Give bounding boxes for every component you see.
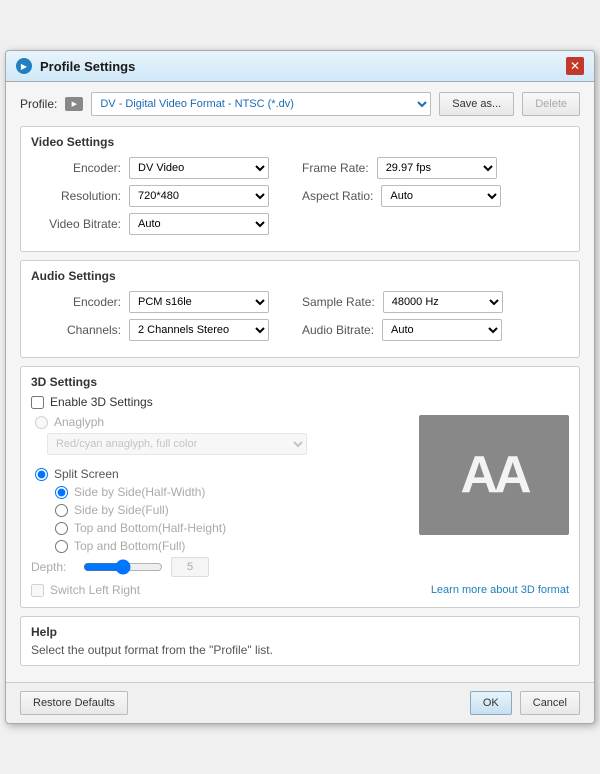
depth-row: Depth: 5 (31, 557, 409, 577)
audio-encoder-row: Encoder: PCM s16le (31, 291, 298, 313)
help-text: Select the output format from the "Profi… (31, 643, 569, 657)
encoder-select[interactable]: DV Video (129, 157, 269, 179)
depth-value: 5 (171, 557, 209, 577)
anaglyph-label: Anaglyph (54, 415, 104, 429)
resolution-label: Resolution: (31, 189, 121, 203)
switch-row: Switch Left Right Learn more about 3D fo… (31, 583, 569, 597)
side-by-side-half-row: Side by Side(Half-Width) (51, 485, 409, 499)
audio-settings-rows: Encoder: PCM s16le Channels: 2 Channels … (31, 291, 569, 347)
bottom-bar: Restore Defaults OK Cancel (6, 682, 594, 723)
title-bar: Profile Settings ✕ (6, 51, 594, 82)
audio-bitrate-row: Audio Bitrate: Auto (302, 319, 569, 341)
side-by-side-full-radio[interactable] (55, 504, 68, 517)
anaglyph-select[interactable]: Red/cyan anaglyph, full color (47, 433, 307, 455)
ok-button[interactable]: OK (470, 691, 512, 715)
channels-row: Channels: 2 Channels Stereo (31, 319, 298, 341)
restore-defaults-button[interactable]: Restore Defaults (20, 691, 128, 715)
aspect-ratio-select[interactable]: Auto (381, 185, 501, 207)
switch-left-right-label: Switch Left Right (50, 583, 140, 597)
learn-more-link[interactable]: Learn more about 3D format (431, 584, 569, 596)
aspect-ratio-label: Aspect Ratio: (302, 189, 373, 203)
anaglyph-radio[interactable] (35, 416, 48, 429)
encoder-label: Encoder: (31, 161, 121, 175)
depth-label: Depth: (31, 560, 75, 574)
audio-bitrate-label: Audio Bitrate: (302, 323, 374, 337)
help-title: Help (31, 625, 569, 639)
side-by-side-full-label: Side by Side(Full) (74, 503, 169, 517)
top-bottom-half-radio[interactable] (55, 522, 68, 535)
cancel-button[interactable]: Cancel (520, 691, 580, 715)
audio-settings-section: Audio Settings Encoder: PCM s16le Channe… (20, 260, 580, 358)
audio-encoder-label: Encoder: (31, 295, 121, 309)
video-settings-rows: Encoder: DV Video Resolution: 720*480 Vi… (31, 157, 569, 241)
video-left-col: Encoder: DV Video Resolution: 720*480 Vi… (31, 157, 298, 241)
profile-select[interactable]: DV - Digital Video Format - NTSC (*.dv) (91, 92, 431, 116)
sample-rate-label: Sample Rate: (302, 295, 375, 309)
profile-row: Profile: ▶ DV - Digital Video Format - N… (20, 92, 580, 116)
video-bitrate-select[interactable]: Auto (129, 213, 269, 235)
encoder-row: Encoder: DV Video (31, 157, 298, 179)
channels-label: Channels: (31, 323, 121, 337)
audio-right-col: Sample Rate: 48000 Hz Audio Bitrate: Aut… (302, 291, 569, 347)
sample-rate-row: Sample Rate: 48000 Hz (302, 291, 569, 313)
3d-preview-text: AA (460, 445, 527, 505)
video-bitrate-row: Video Bitrate: Auto (31, 213, 298, 235)
sample-rate-select[interactable]: 48000 Hz (383, 291, 503, 313)
close-button[interactable]: ✕ (566, 57, 584, 75)
audio-encoder-select[interactable]: PCM s16le (129, 291, 269, 313)
video-bitrate-label: Video Bitrate: (31, 217, 121, 231)
3d-left-col: Anaglyph Red/cyan anaglyph, full color S… (31, 415, 409, 577)
top-bottom-full-label: Top and Bottom(Full) (74, 539, 185, 553)
channels-select[interactable]: 2 Channels Stereo (129, 319, 269, 341)
audio-bitrate-select[interactable]: Auto (382, 319, 502, 341)
video-right-col: Frame Rate: 29.97 fps Aspect Ratio: Auto (302, 157, 569, 241)
anaglyph-row: Anaglyph (31, 415, 409, 429)
delete-button[interactable]: Delete (522, 92, 580, 116)
split-screen-radio[interactable] (35, 468, 48, 481)
switch-left-right-checkbox[interactable] (31, 584, 44, 597)
resolution-row: Resolution: 720*480 (31, 185, 298, 207)
profile-label: Profile: (20, 97, 57, 111)
dialog-content: Profile: ▶ DV - Digital Video Format - N… (6, 82, 594, 682)
side-by-side-half-radio[interactable] (55, 486, 68, 499)
resolution-select[interactable]: 720*480 (129, 185, 269, 207)
enable-3d-checkbox[interactable] (31, 396, 44, 409)
bottom-right-buttons: OK Cancel (470, 691, 580, 715)
enable-3d-label: Enable 3D Settings (50, 395, 153, 409)
profile-icon: ▶ (65, 97, 83, 111)
top-bottom-full-row: Top and Bottom(Full) (51, 539, 409, 553)
video-settings-title: Video Settings (31, 135, 569, 149)
dialog-title: Profile Settings (40, 59, 566, 74)
top-bottom-half-row: Top and Bottom(Half-Height) (51, 521, 409, 535)
3d-settings-title: 3D Settings (31, 375, 569, 389)
audio-settings-title: Audio Settings (31, 269, 569, 283)
frame-rate-row: Frame Rate: 29.97 fps (302, 157, 569, 179)
app-icon (16, 58, 32, 74)
video-settings-section: Video Settings Encoder: DV Video Resolut… (20, 126, 580, 252)
split-screen-label: Split Screen (54, 467, 119, 481)
side-by-side-full-row: Side by Side(Full) (51, 503, 409, 517)
enable-3d-row: Enable 3D Settings (31, 395, 569, 409)
audio-left-col: Encoder: PCM s16le Channels: 2 Channels … (31, 291, 298, 347)
help-section: Help Select the output format from the "… (20, 616, 580, 666)
settings-3d-section: 3D Settings Enable 3D Settings Anaglyph … (20, 366, 580, 608)
profile-settings-dialog: Profile Settings ✕ Profile: ▶ DV - Digit… (5, 50, 595, 724)
save-as-button[interactable]: Save as... (439, 92, 514, 116)
aspect-ratio-row: Aspect Ratio: Auto (302, 185, 569, 207)
3d-preview: AA (419, 415, 569, 535)
3d-layout: Anaglyph Red/cyan anaglyph, full color S… (31, 415, 569, 577)
side-by-side-half-label: Side by Side(Half-Width) (74, 485, 205, 499)
switch-left-group: Switch Left Right (31, 583, 140, 597)
frame-rate-label: Frame Rate: (302, 161, 369, 175)
top-bottom-full-radio[interactable] (55, 540, 68, 553)
split-screen-row: Split Screen (31, 467, 409, 481)
frame-rate-select[interactable]: 29.97 fps (377, 157, 497, 179)
depth-slider[interactable] (83, 559, 163, 575)
top-bottom-half-label: Top and Bottom(Half-Height) (74, 521, 226, 535)
